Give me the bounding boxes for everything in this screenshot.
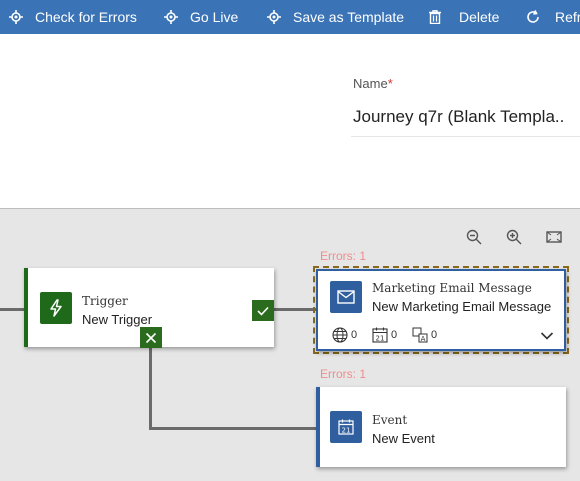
name-field[interactable]: Journey q7r (Blank Templa... <box>353 107 565 127</box>
connector-trigger-to-email <box>274 308 316 311</box>
calendar-count: 0 <box>391 329 398 341</box>
marketing-email-tile[interactable]: Marketing Email Message New Marketing Em… <box>316 269 566 351</box>
email-errors-label: Errors: 1 <box>320 249 367 263</box>
yes-branch-check-icon[interactable] <box>252 300 274 321</box>
calendar-icon: 21 <box>330 411 362 443</box>
translate-stat: A 0 <box>412 327 437 343</box>
connector-trigger-down <box>149 345 152 430</box>
connector-to-event <box>149 427 317 430</box>
trigger-stripe <box>24 268 28 347</box>
zoom-out-icon[interactable] <box>465 228 483 246</box>
email-name-label: New Marketing Email Message <box>372 299 552 314</box>
journey-designer-canvas[interactable]: Trigger New Trigger Errors: 1 Marketing … <box>0 208 580 481</box>
journey-form: Name* Journey q7r (Blank Templa... <box>0 34 580 209</box>
save-as-template-label: Save as Template <box>293 9 405 25</box>
gear-icon <box>267 10 281 24</box>
check-errors-button[interactable]: Check for Errors <box>9 0 137 34</box>
delete-label: Delete <box>459 9 500 25</box>
go-live-button[interactable]: Go Live <box>164 0 238 34</box>
command-bar: Check for Errors Go Live Save as Templat… <box>0 0 580 34</box>
refresh-button[interactable]: Refresh <box>525 0 580 34</box>
no-branch-close-icon[interactable] <box>140 327 162 348</box>
name-label-text: Name <box>353 76 388 91</box>
zoom-in-icon[interactable] <box>505 228 523 246</box>
chevron-down-icon[interactable] <box>540 331 554 341</box>
translate-count: 0 <box>431 329 438 341</box>
email-type-label: Marketing Email Message <box>372 281 532 295</box>
event-type-label: Event <box>372 413 408 427</box>
gear-icon <box>9 10 23 24</box>
lightning-icon <box>40 292 72 324</box>
refresh-label: Refresh <box>555 9 580 25</box>
name-field-label: Name* <box>353 76 393 91</box>
save-as-template-button[interactable]: Save as Template <box>267 0 404 34</box>
delete-button[interactable]: Delete <box>429 0 499 34</box>
globe-stat: 0 <box>332 327 357 343</box>
event-tile[interactable]: 21 Event New Event <box>316 387 566 467</box>
calendar-icon: 21 <box>372 327 388 343</box>
trigger-name-label: New Trigger <box>82 312 153 327</box>
gear-icon <box>164 10 178 24</box>
translate-icon: A <box>412 327 428 343</box>
go-live-label: Go Live <box>190 9 239 25</box>
trash-icon <box>429 10 441 24</box>
svg-text:21: 21 <box>342 427 351 435</box>
fit-to-screen-icon[interactable] <box>545 228 563 246</box>
event-name-label: New Event <box>372 431 435 446</box>
svg-text:A: A <box>421 335 426 343</box>
trigger-type-label: Trigger <box>82 294 128 308</box>
globe-count: 0 <box>351 329 358 341</box>
globe-icon <box>332 327 348 343</box>
required-marker: * <box>387 76 393 91</box>
incoming-connector <box>0 308 26 311</box>
refresh-icon <box>527 10 539 23</box>
svg-text:21: 21 <box>376 335 385 343</box>
event-errors-label: Errors: 1 <box>320 367 367 381</box>
calendar-stat: 21 0 <box>372 327 397 343</box>
check-errors-label: Check for Errors <box>35 9 137 25</box>
envelope-icon <box>330 281 362 313</box>
event-stripe <box>316 387 320 467</box>
name-field-underline <box>351 136 580 137</box>
